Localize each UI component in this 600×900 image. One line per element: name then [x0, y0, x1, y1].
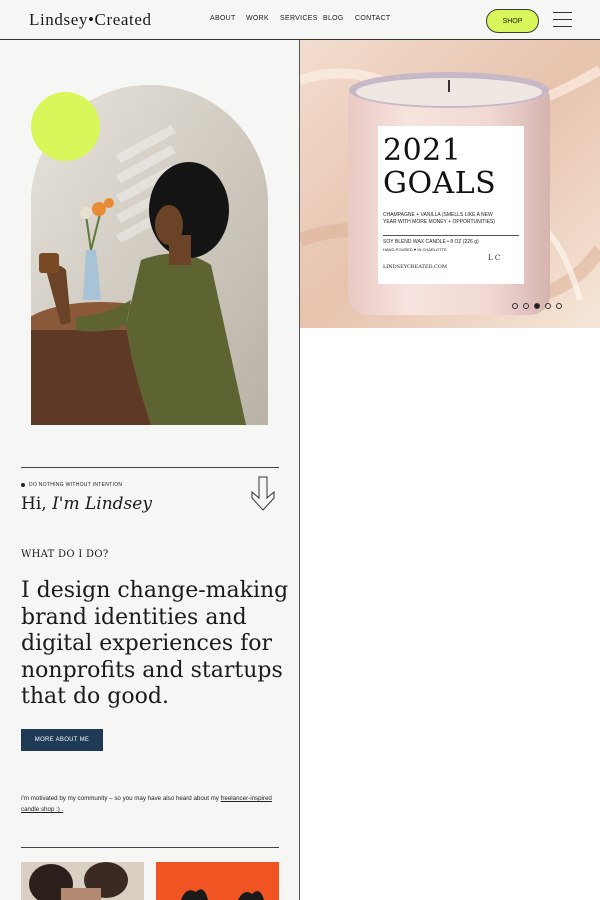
work-thumbnail-2[interactable] — [156, 862, 279, 900]
candle-monogram: L C — [488, 254, 501, 262]
candle-desc-line: YEAR WITH MORE MONEY + OPPORTUNITIES) — [383, 219, 495, 225]
candle-detail-line: HAND-POURED ♥ IN CHARLOTTE — [383, 247, 447, 252]
bullet-dot — [21, 483, 25, 487]
shop-button[interactable]: SHOP — [486, 9, 539, 33]
greeting-name: I'm Lindsey — [52, 494, 152, 514]
candle-detail-line: SOY BLEND WAX CANDLE • 8 OZ (226 g) — [383, 239, 479, 245]
candle-title-goals: GOALS — [383, 166, 497, 201]
candle-title: 2021 GOALS — [383, 134, 496, 200]
menu-line — [553, 19, 572, 20]
candle-title-year: 2021 — [383, 133, 462, 168]
work-thumbnail-1[interactable] — [21, 862, 144, 900]
tagline: DO NOTHING WITHOUT INTENTION — [29, 482, 123, 488]
carousel-dots — [512, 303, 562, 309]
site-logo[interactable]: Lindsey•Created — [29, 10, 152, 30]
greeting-hi: Hi, — [21, 494, 47, 514]
section-divider — [21, 467, 279, 468]
thumbnail-graphic — [156, 862, 279, 900]
nav-about[interactable]: ABOUT — [210, 15, 236, 22]
motivated-text: I'm motivated by my community – so you m… — [21, 795, 221, 802]
carousel-dot-1[interactable] — [512, 303, 518, 309]
candle-details: SOY BLEND WAX CANDLE • 8 OZ (226 g) HAND… — [383, 239, 523, 253]
label-divider — [383, 235, 519, 236]
thumbnail-photo — [21, 862, 144, 900]
carousel-dot-3[interactable] — [534, 303, 540, 309]
what-heading: WHAT DO I DO? — [21, 549, 109, 560]
arrow-down-icon[interactable] — [250, 476, 276, 512]
nav-work[interactable]: WORK — [246, 15, 269, 22]
candle-description: CHAMPAGNE + VANILLA (SMELLS LIKE A NEW Y… — [383, 212, 523, 226]
menu-line — [553, 26, 572, 27]
menu-line — [553, 12, 572, 13]
right-column-blank — [300, 328, 600, 900]
hero-carousel: 2021 GOALS CHAMPAGNE + VANILLA (SMELLS L… — [300, 40, 600, 328]
decorative-circle — [31, 92, 100, 161]
carousel-dot-4[interactable] — [545, 303, 551, 309]
candle-site: LINDSEYCREATED.COM — [383, 264, 447, 270]
headline: I design change-making brand identities … — [21, 578, 289, 709]
carousel-dot-5[interactable] — [556, 303, 562, 309]
candle-desc-line: CHAMPAGNE + VANILLA (SMELLS LIKE A NEW — [383, 212, 493, 218]
hamburger-menu-icon[interactable] — [553, 12, 572, 28]
section-divider — [21, 847, 279, 848]
motivated-paragraph: I'm motivated by my community – so you m… — [21, 793, 281, 815]
nav-blog[interactable]: BLOG — [323, 15, 344, 22]
more-about-me-button[interactable]: MORE ABOUT ME — [21, 729, 103, 751]
site-header: Lindsey•Created ABOUT WORK SERVICES BLOG… — [0, 0, 600, 40]
greeting: Hi, I'm Lindsey — [21, 494, 152, 514]
nav-services[interactable]: SERVICES — [280, 15, 318, 22]
carousel-dot-2[interactable] — [523, 303, 529, 309]
nav-contact[interactable]: CONTACT — [355, 15, 390, 22]
